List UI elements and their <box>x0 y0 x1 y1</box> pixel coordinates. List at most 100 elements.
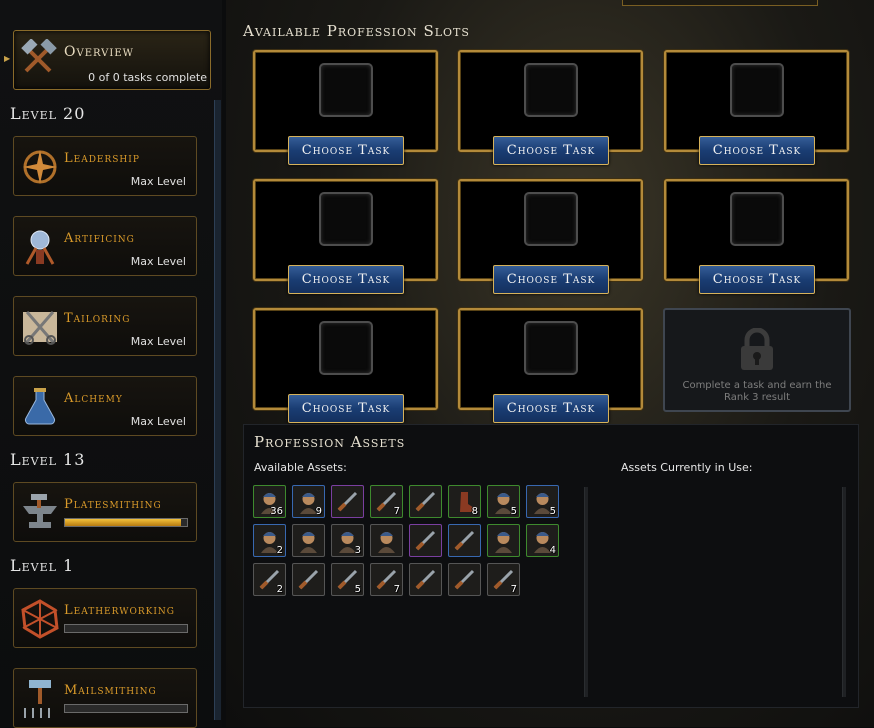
task-slot-8: Choose Task <box>458 308 643 423</box>
asset-count: 4 <box>549 545 556 556</box>
profession-name: Platesmithing <box>64 497 162 512</box>
crafting-tool-icon <box>415 569 436 590</box>
profession-assets-panel: Profession Assets Available Assets: Asse… <box>243 424 859 708</box>
asset-tile[interactable]: 7 <box>487 563 520 596</box>
asset-tile[interactable] <box>409 563 442 596</box>
profession-name: Leadership <box>64 151 140 166</box>
asset-tile[interactable]: 2 <box>253 524 286 557</box>
locked-slot-text: Complete a task and earn the Rank 3 resu… <box>682 380 832 403</box>
asset-count: 8 <box>471 506 478 517</box>
in-use-assets-scrollbar[interactable] <box>842 487 846 697</box>
mailsmithing-icon <box>24 680 51 718</box>
asset-count: 2 <box>276 545 283 556</box>
asset-tile[interactable]: 8 <box>448 485 481 518</box>
task-slot-empty-box <box>524 63 578 117</box>
choose-task-button[interactable]: Choose Task <box>288 394 404 423</box>
slots-title: Available Profession Slots <box>243 22 470 40</box>
overview-button[interactable]: Overview 0 of 0 tasks complete <box>13 30 211 90</box>
profession-progress-bar <box>64 704 188 713</box>
profession-main-panel: Available Profession Slots Choose Task Ch… <box>226 0 874 727</box>
level-header-13: Level 13 <box>10 450 86 469</box>
available-assets-scrollbar[interactable] <box>584 487 588 697</box>
assets-title: Profession Assets <box>254 433 406 451</box>
profession-progress-bar <box>64 518 188 527</box>
overview-task-count: 0 of 0 tasks complete <box>88 71 207 84</box>
asset-tile[interactable]: 7 <box>370 485 403 518</box>
asset-tile[interactable]: 36 <box>253 485 286 518</box>
profession-mailsmithing[interactable]: Mailsmithing <box>13 668 197 728</box>
asset-count: 5 <box>549 506 556 517</box>
asset-tile[interactable] <box>487 524 520 557</box>
choose-task-button[interactable]: Choose Task <box>493 394 609 423</box>
asset-tile[interactable]: 4 <box>526 524 559 557</box>
asset-tile[interactable]: 5 <box>331 563 364 596</box>
asset-tile[interactable]: 9 <box>292 485 325 518</box>
asset-count: 3 <box>354 545 361 556</box>
crafting-tool-icon <box>298 569 319 590</box>
crafting-tool-icon <box>415 530 436 551</box>
task-slot-2: Choose Task <box>458 50 643 165</box>
asset-count: 7 <box>393 506 400 517</box>
task-slot-7: Choose Task <box>253 308 438 423</box>
sidebar-scrollbar[interactable] <box>214 100 221 720</box>
available-assets-label: Available Assets: <box>254 461 347 474</box>
asset-tile[interactable]: 2 <box>253 563 286 596</box>
asset-tile[interactable] <box>448 524 481 557</box>
crafting-tool-icon <box>415 491 436 512</box>
profession-platesmithing[interactable]: Platesmithing <box>13 482 197 542</box>
leadership-icon <box>23 150 57 184</box>
asset-tile[interactable]: 5 <box>526 485 559 518</box>
locked-slot: Complete a task and earn the Rank 3 resu… <box>663 308 851 412</box>
asset-tile[interactable] <box>292 563 325 596</box>
profession-status: Max Level <box>130 335 186 348</box>
profession-alchemy[interactable]: Alchemy Max Level <box>13 376 197 436</box>
profession-status: Max Level <box>130 175 186 188</box>
asset-count: 7 <box>393 584 400 595</box>
crafting-tool-icon <box>337 491 358 512</box>
asset-tile[interactable]: 5 <box>487 485 520 518</box>
leatherworking-icon <box>21 599 59 639</box>
choose-task-button[interactable]: Choose Task <box>699 136 815 165</box>
top-frame-edge <box>622 0 818 6</box>
padlock-icon <box>741 328 773 370</box>
asset-tile[interactable] <box>370 524 403 557</box>
choose-task-button[interactable]: Choose Task <box>288 136 404 165</box>
task-slot-empty-box <box>319 192 373 246</box>
profession-tailoring[interactable]: Tailoring Max Level <box>13 296 197 356</box>
asset-tile[interactable]: 7 <box>370 563 403 596</box>
asset-tile[interactable] <box>409 485 442 518</box>
task-slot-4: Choose Task <box>253 179 438 294</box>
profession-artificing[interactable]: Artificing Max Level <box>13 216 197 276</box>
artificing-icon <box>25 230 55 265</box>
choose-task-button[interactable]: Choose Task <box>699 265 815 294</box>
task-slot-empty-box <box>730 63 784 117</box>
profession-leatherworking[interactable]: Leatherworking <box>13 588 197 648</box>
alchemy-icon <box>24 388 56 425</box>
choose-task-button[interactable]: Choose Task <box>288 265 404 294</box>
level-header-20: Level 20 <box>10 104 86 123</box>
profession-name: Tailoring <box>64 311 131 326</box>
choose-task-button[interactable]: Choose Task <box>493 265 609 294</box>
professions-sidebar: ▶ Overview 0 of 0 tasks complete Level 2… <box>0 0 222 728</box>
asset-tile[interactable] <box>409 524 442 557</box>
assets-in-use-label: Assets Currently in Use: <box>621 461 753 474</box>
choose-task-button[interactable]: Choose Task <box>493 136 609 165</box>
asset-count: 5 <box>354 584 361 595</box>
profession-name: Alchemy <box>64 391 123 406</box>
hero-portrait-icon <box>495 532 512 553</box>
asset-count: 9 <box>315 506 322 517</box>
task-slot-3: Choose Task <box>664 50 849 165</box>
platesmithing-icon <box>23 494 57 528</box>
selected-arrow-icon: ▶ <box>4 54 11 63</box>
asset-tile[interactable] <box>448 563 481 596</box>
asset-tile[interactable]: 3 <box>331 524 364 557</box>
profession-leadership[interactable]: Leadership Max Level <box>13 136 197 196</box>
crafting-tool-icon <box>454 530 475 551</box>
asset-tile[interactable] <box>331 485 364 518</box>
profession-status: Max Level <box>130 415 186 428</box>
crossed-hammers-icon <box>21 39 57 73</box>
asset-count: 2 <box>276 584 283 595</box>
asset-tile[interactable] <box>292 524 325 557</box>
hero-portrait-icon <box>378 532 395 553</box>
asset-count: 7 <box>510 584 517 595</box>
